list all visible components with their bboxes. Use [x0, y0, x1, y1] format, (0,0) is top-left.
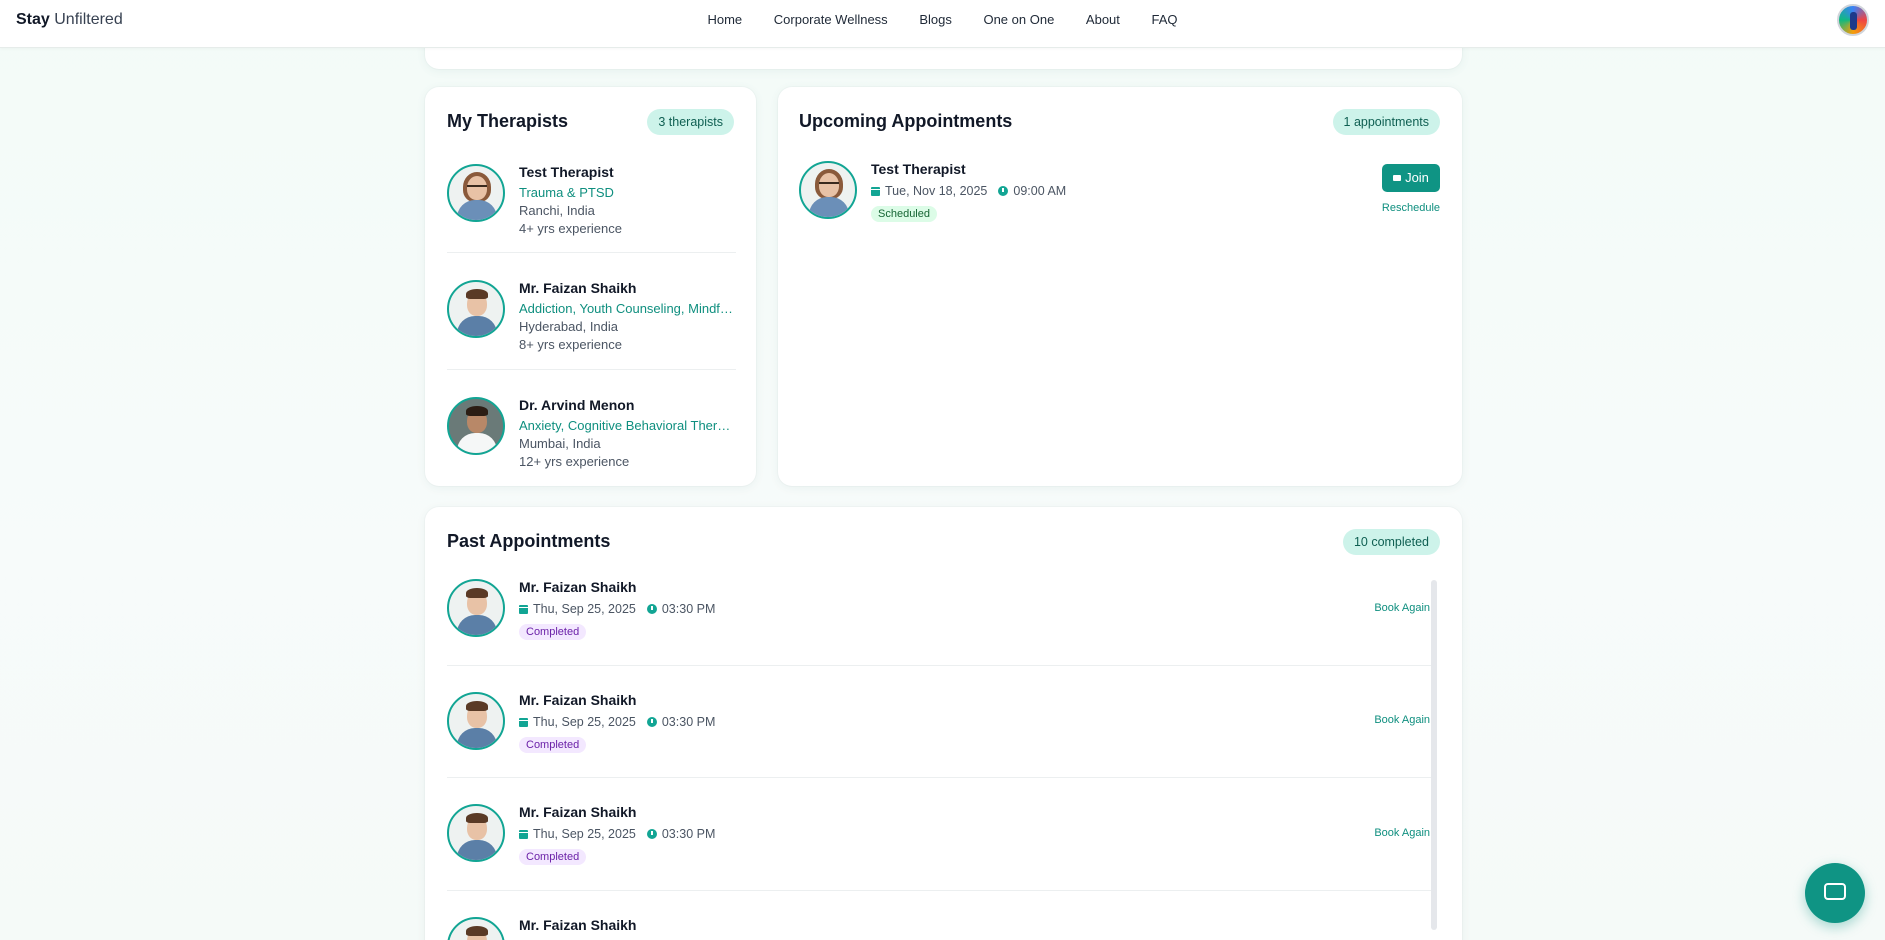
calendar-icon — [871, 186, 880, 196]
appointment-therapist-name: Mr. Faizan Shaikh — [519, 804, 637, 820]
appointment-therapist-name: Test Therapist — [871, 161, 966, 177]
past-appointments-card: Past Appointments 10 completed Mr. Faiza… — [425, 507, 1462, 940]
therapist-avatar — [447, 692, 505, 750]
status-badge: Scheduled — [871, 206, 937, 222]
appointment-therapist-name: Mr. Faizan Shaikh — [519, 579, 637, 595]
book-again-link[interactable]: Book Again — [1374, 714, 1430, 726]
nav-link-home[interactable]: Home — [707, 12, 742, 27]
calendar-icon — [519, 829, 528, 839]
therapist-name: Test Therapist — [519, 164, 614, 180]
appointment-time: 03:30 PM — [661, 602, 716, 616]
clock-icon — [998, 186, 1009, 196]
appointment-date: Thu, Sep 25, 2025 — [533, 827, 636, 841]
nav-link-one-on-one[interactable]: One on One — [983, 12, 1054, 27]
therapist-item[interactable]: Test Therapist Trauma & PTSD Ranchi, Ind… — [447, 164, 736, 236]
therapist-specialty: Addiction, Youth Counseling, Mindfulness — [519, 301, 737, 316]
divider — [447, 890, 1432, 891]
therapist-avatar — [447, 917, 505, 940]
book-again-link[interactable]: Book Again — [1374, 827, 1430, 839]
upcoming-appointments-card: Upcoming Appointments 1 appointments Tes… — [778, 87, 1462, 486]
therapist-experience: 8+ yrs experience — [519, 337, 622, 352]
therapist-experience: 4+ yrs experience — [519, 221, 622, 236]
clock-icon — [646, 717, 657, 727]
therapists-card: My Therapists 3 therapists Test Therapis… — [425, 87, 756, 486]
reschedule-link[interactable]: Reschedule — [1382, 202, 1440, 214]
therapist-name: Dr. Arvind Menon — [519, 397, 635, 413]
therapist-location: Ranchi, India — [519, 203, 595, 218]
chat-bubble-icon — [1824, 883, 1846, 900]
therapist-name: Mr. Faizan Shaikh — [519, 280, 637, 296]
appointment-time: 09:00 AM — [1013, 184, 1067, 198]
therapist-experience: 12+ yrs experience — [519, 454, 630, 469]
video-camera-icon — [1393, 174, 1402, 181]
user-avatar[interactable] — [1837, 4, 1869, 36]
book-again-link[interactable]: Book Again — [1374, 602, 1430, 614]
nav-link-about[interactable]: About — [1086, 12, 1120, 27]
divider — [447, 665, 1432, 666]
appointment-date: Thu, Sep 25, 2025 — [533, 602, 636, 616]
therapist-specialty: Trauma & PTSD — [519, 185, 614, 200]
status-badge: Completed — [519, 737, 587, 753]
therapist-avatar — [447, 804, 505, 862]
appointment-date: Thu, Sep 25, 2025 — [533, 715, 636, 729]
therapist-specialty: Anxiety, Cognitive Behavioral Therapy — [519, 418, 737, 433]
appointment-date: Tue, Nov 18, 2025 — [885, 184, 988, 198]
therapist-avatar — [799, 161, 857, 219]
clock-icon — [646, 604, 657, 614]
nav-link-faq[interactable]: FAQ — [1152, 12, 1178, 27]
divider — [447, 369, 736, 370]
calendar-icon — [519, 604, 528, 614]
therapists-count-badge: 3 therapists — [647, 109, 734, 135]
appointment-therapist-name: Mr. Faizan Shaikh — [519, 917, 637, 933]
calendar-icon — [519, 717, 528, 727]
appointment-therapist-name: Mr. Faizan Shaikh — [519, 692, 637, 708]
divider — [447, 777, 1432, 778]
therapist-avatar — [447, 164, 505, 222]
therapist-location: Hyderabad, India — [519, 319, 619, 334]
status-badge: Completed — [519, 849, 587, 865]
divider — [447, 252, 736, 253]
upcoming-title: Upcoming Appointments — [799, 111, 1013, 131]
chat-button[interactable] — [1805, 863, 1865, 923]
nav-link-corporate-wellness[interactable]: Corporate Wellness — [774, 12, 888, 27]
join-button[interactable]: Join — [1382, 164, 1440, 192]
past-list-scrollbar[interactable] — [1431, 580, 1437, 930]
nav-link-blogs[interactable]: Blogs — [919, 12, 952, 27]
top-navbar: Stay Unfiltered Home Corporate Wellness … — [0, 0, 1885, 48]
therapist-item[interactable]: Mr. Faizan Shaikh Addiction, Youth Couns… — [447, 280, 737, 352]
nav-links: Home Corporate Wellness Blogs One on One… — [0, 12, 1885, 27]
appointment-time: 03:30 PM — [661, 827, 716, 841]
therapist-avatar — [447, 280, 505, 338]
therapist-item[interactable]: Dr. Arvind Menon Anxiety, Cognitive Beha… — [447, 397, 737, 469]
past-count-badge: 10 completed — [1342, 529, 1440, 555]
appointment-time: 03:30 PM — [661, 715, 716, 729]
status-badge: Completed — [519, 624, 587, 640]
clock-icon — [646, 829, 657, 839]
therapist-location: Mumbai, India — [519, 436, 601, 451]
past-title: Past Appointments — [447, 531, 611, 551]
therapist-avatar — [447, 579, 505, 637]
therapist-avatar — [447, 397, 505, 455]
upcoming-count-badge: 1 appointments — [1332, 109, 1440, 135]
therapists-title: My Therapists — [447, 111, 569, 131]
join-label: Join — [1405, 170, 1429, 185]
